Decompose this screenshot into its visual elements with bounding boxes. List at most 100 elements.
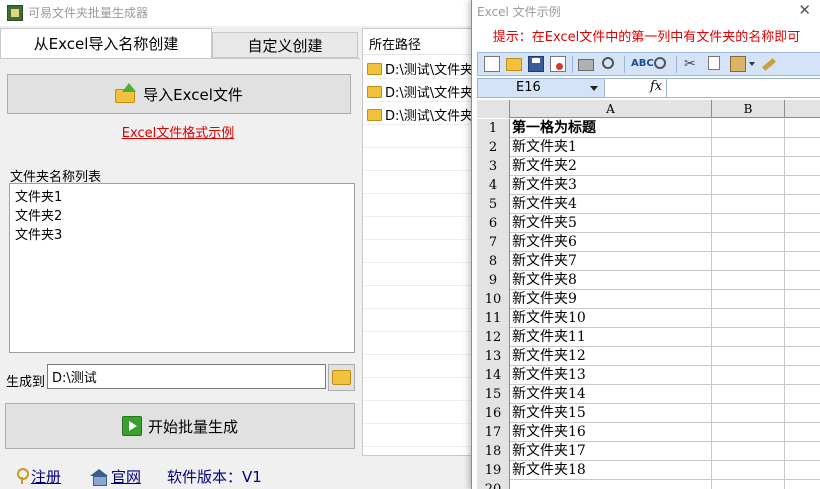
website-link[interactable]: 官网 xyxy=(90,466,141,487)
cell-c[interactable] xyxy=(785,385,820,404)
print-icon[interactable] xyxy=(578,59,594,71)
cell-b[interactable] xyxy=(712,366,785,385)
table-row[interactable]: D:\测试\文件夹 xyxy=(363,56,476,79)
format-painter-icon[interactable] xyxy=(760,56,776,72)
excel-format-sample-link[interactable]: Excel文件格式示例 xyxy=(0,122,356,141)
folder-name-list[interactable]: 文件夹1 文件夹2 文件夹3 xyxy=(9,183,355,353)
cell-c[interactable] xyxy=(785,328,820,347)
row-header[interactable]: 11 xyxy=(477,309,510,328)
cell-c[interactable] xyxy=(785,480,820,489)
row-header[interactable]: 15 xyxy=(477,385,510,404)
cell-a[interactable]: 新文件夹14 xyxy=(510,385,712,404)
row-header[interactable]: 5 xyxy=(477,195,510,214)
cell-b[interactable] xyxy=(712,309,785,328)
row-header[interactable]: 6 xyxy=(477,214,510,233)
cell-a[interactable]: 新文件夹3 xyxy=(510,176,712,195)
row-header[interactable]: 17 xyxy=(477,423,510,442)
cell-c[interactable] xyxy=(785,461,820,480)
tab-custom-create[interactable]: 自定义创建 xyxy=(212,32,358,58)
generate-to-input[interactable] xyxy=(47,364,326,389)
cell-a[interactable]: 新文件夹15 xyxy=(510,404,712,423)
close-button[interactable]: ✕ xyxy=(798,1,811,19)
cell-a[interactable]: 新文件夹4 xyxy=(510,195,712,214)
cell-b[interactable] xyxy=(712,404,785,423)
chevron-down-icon[interactable] xyxy=(749,62,755,66)
cell-c[interactable] xyxy=(785,252,820,271)
row-header[interactable]: 19 xyxy=(477,461,510,480)
cell-a[interactable]: 新文件夹9 xyxy=(510,290,712,309)
start-generate-button[interactable]: 开始批量生成 xyxy=(5,403,355,449)
cell-b[interactable] xyxy=(712,385,785,404)
cell-a[interactable]: 新文件夹11 xyxy=(510,328,712,347)
row-header[interactable]: 12 xyxy=(477,328,510,347)
permission-icon[interactable] xyxy=(550,56,566,72)
row-header[interactable]: 2 xyxy=(477,138,510,157)
copy-icon[interactable] xyxy=(708,56,720,70)
cell-c[interactable] xyxy=(785,233,820,252)
cell-c[interactable] xyxy=(785,442,820,461)
row-header[interactable]: 8 xyxy=(477,252,510,271)
row-header[interactable]: 14 xyxy=(477,366,510,385)
cell-c[interactable] xyxy=(785,423,820,442)
cell-a[interactable]: 新文件夹13 xyxy=(510,366,712,385)
row-header[interactable]: 20 xyxy=(477,480,510,489)
cell-a[interactable]: 新文件夹2 xyxy=(510,157,712,176)
cell-b[interactable] xyxy=(712,423,785,442)
row-header[interactable]: 3 xyxy=(477,157,510,176)
column-header-b[interactable]: B xyxy=(712,100,785,118)
cell-b[interactable] xyxy=(712,442,785,461)
print-preview-icon[interactable] xyxy=(602,57,614,69)
cell-b[interactable] xyxy=(712,119,785,138)
cell-a[interactable]: 新文件夹16 xyxy=(510,423,712,442)
cell-b[interactable] xyxy=(712,157,785,176)
cell-a[interactable]: 新文件夹1 xyxy=(510,138,712,157)
new-document-icon[interactable] xyxy=(484,56,500,72)
cell-b[interactable] xyxy=(712,138,785,157)
cell-c[interactable] xyxy=(785,176,820,195)
register-link[interactable]: 注册 xyxy=(15,466,61,487)
cell-c[interactable] xyxy=(785,309,820,328)
cell-b[interactable] xyxy=(712,461,785,480)
cell-c[interactable] xyxy=(785,119,820,138)
cell-a[interactable]: 第一格为标题 xyxy=(510,119,712,138)
cell-b[interactable] xyxy=(712,214,785,233)
cell-c[interactable] xyxy=(785,271,820,290)
cell-c[interactable] xyxy=(785,138,820,157)
cell-c[interactable] xyxy=(785,347,820,366)
cell-a[interactable]: 新文件夹12 xyxy=(510,347,712,366)
cell-c[interactable] xyxy=(785,366,820,385)
function-icon[interactable]: fx xyxy=(650,79,662,94)
cell-c[interactable] xyxy=(785,214,820,233)
open-folder-icon[interactable] xyxy=(506,58,522,71)
save-icon[interactable] xyxy=(528,56,544,72)
table-row[interactable]: D:\测试\文件夹 xyxy=(363,79,476,102)
research-icon[interactable] xyxy=(654,57,666,69)
spreadsheet-grid[interactable]: A B 1 第一格为标题 2 新文件夹1 3 新文件夹2 4 新文件夹3 5 新文件夹4 6 新文件夹… xyxy=(477,100,820,489)
row-header[interactable]: 13 xyxy=(477,347,510,366)
cell-b[interactable] xyxy=(712,252,785,271)
cell-b[interactable] xyxy=(712,233,785,252)
cell-c[interactable] xyxy=(785,157,820,176)
cell-c[interactable] xyxy=(785,290,820,309)
browse-folder-button[interactable] xyxy=(328,364,355,391)
tab-excel-import[interactable]: 从Excel导入名称创建 xyxy=(0,28,212,58)
table-row[interactable]: D:\测试\文件夹 xyxy=(363,102,476,125)
cell-b[interactable] xyxy=(712,290,785,309)
cell-a[interactable]: 新文件夹5 xyxy=(510,214,712,233)
formula-input[interactable] xyxy=(666,79,820,97)
cell-b[interactable] xyxy=(712,328,785,347)
cell-a[interactable]: 新文件夹10 xyxy=(510,309,712,328)
cell-b[interactable] xyxy=(712,176,785,195)
spelling-icon[interactable]: ABC xyxy=(631,56,654,72)
column-header-a[interactable]: A xyxy=(510,100,712,118)
import-excel-button[interactable]: 导入Excel文件 xyxy=(7,74,351,114)
select-all-corner[interactable] xyxy=(477,100,510,118)
cell-b[interactable] xyxy=(712,347,785,366)
row-header[interactable]: 7 xyxy=(477,233,510,252)
cell-b[interactable] xyxy=(712,480,785,489)
cell-a[interactable]: 新文件夹8 xyxy=(510,271,712,290)
cut-icon[interactable]: ✂ xyxy=(684,56,700,72)
cell-b[interactable] xyxy=(712,271,785,290)
chevron-down-icon[interactable] xyxy=(590,86,598,91)
cell-c[interactable] xyxy=(785,195,820,214)
